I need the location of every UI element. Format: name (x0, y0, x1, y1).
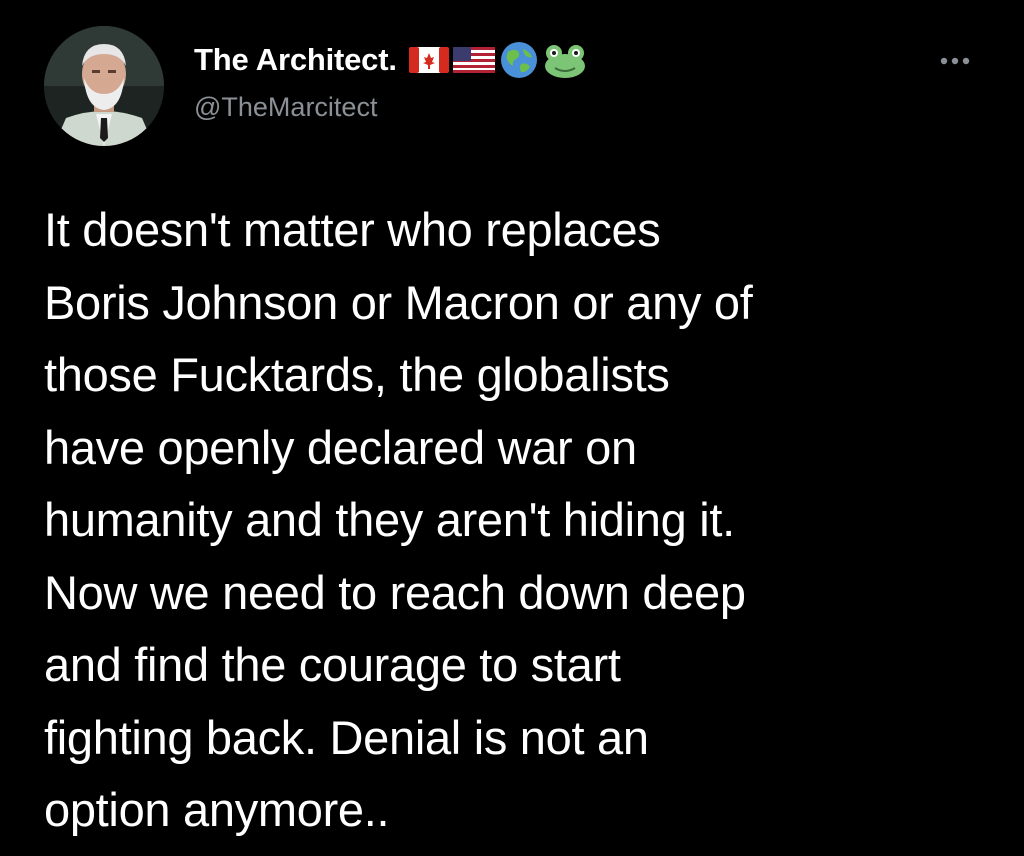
more-options-icon (940, 57, 970, 65)
author-avatar[interactable] (44, 26, 164, 146)
author-emoji-badges (408, 40, 587, 80)
author-name-row: The Architect. (194, 38, 587, 82)
more-options-button[interactable] (930, 46, 980, 76)
usa-flag-icon (452, 47, 495, 73)
author-display-name[interactable]: The Architect. (194, 42, 397, 78)
globe-icon (500, 42, 537, 78)
tweet-card: The Architect. @TheMarcitect It doesn't … (0, 0, 1024, 856)
author-handle[interactable]: @TheMarcitect (194, 92, 377, 123)
frog-icon (544, 45, 585, 78)
canada-flag-icon (408, 47, 449, 73)
tweet-body-text: It doesn't matter who replaces Boris Joh… (44, 203, 753, 836)
avatar-photo-icon (44, 26, 164, 146)
